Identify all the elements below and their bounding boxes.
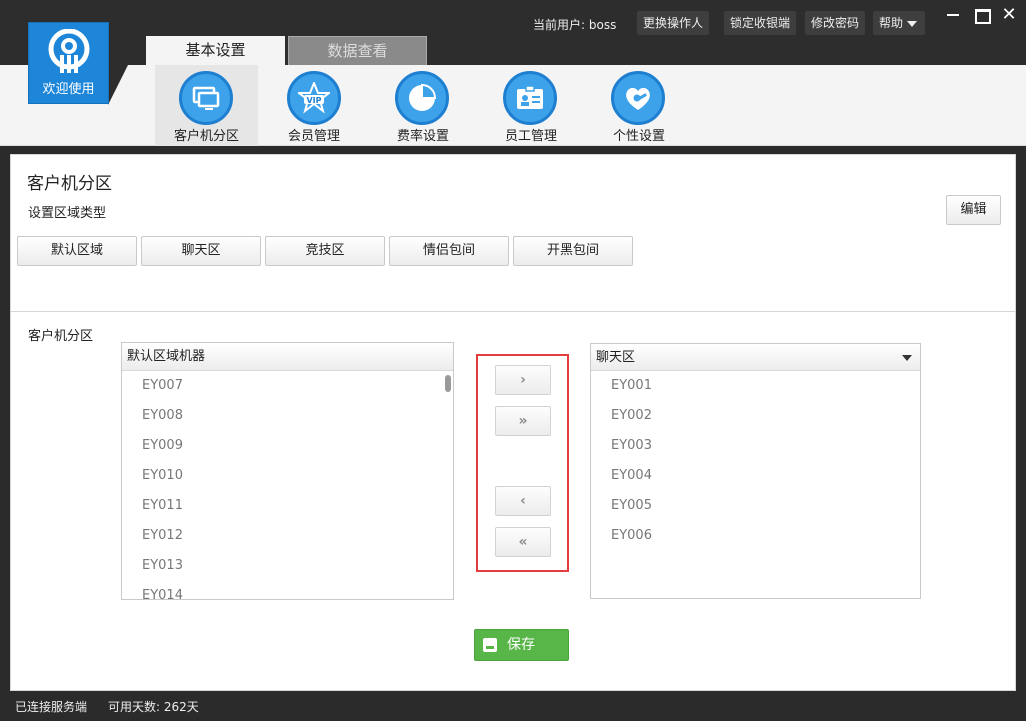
- region-button-couple-room[interactable]: 情侣包间: [389, 236, 509, 266]
- scrollbar-thumb[interactable]: [445, 375, 451, 392]
- region-type-label: 设置区域类型: [28, 206, 107, 221]
- toolbar-rate-settings[interactable]: 费率设置: [385, 65, 461, 146]
- help-label: 帮助: [879, 16, 904, 30]
- toolbar-label: 会员管理: [287, 129, 340, 144]
- list-item[interactable]: EY006: [591, 521, 920, 551]
- change-password-button[interactable]: 修改密码: [805, 11, 866, 35]
- app-logo: 欢迎使用: [28, 22, 109, 104]
- page-title: 客户机分区: [27, 174, 112, 194]
- list-item[interactable]: EY009: [122, 431, 453, 461]
- move-right-button[interactable]: ›: [495, 365, 551, 395]
- toolbar-label: 费率设置: [396, 129, 449, 144]
- list-item[interactable]: EY001: [591, 371, 920, 401]
- list-item[interactable]: EY007: [122, 371, 453, 401]
- heart-wrench-icon: [611, 71, 665, 125]
- chevron-down-icon: [907, 20, 918, 27]
- toolbar-personal-settings[interactable]: 个性设置: [601, 65, 677, 146]
- region-button-default[interactable]: 默认区域: [17, 236, 137, 266]
- tab-basic-settings[interactable]: 基本设置: [146, 36, 285, 65]
- toolbar-label: 员工管理: [504, 129, 557, 144]
- svg-text:VIP: VIP: [306, 96, 321, 105]
- list-item[interactable]: EY004: [591, 461, 920, 491]
- days-available: 可用天数: 262天: [108, 700, 199, 714]
- minimize-button[interactable]: [944, 6, 962, 24]
- list-item[interactable]: EY002: [591, 401, 920, 431]
- source-list-header: 默认区域机器: [122, 343, 453, 371]
- move-left-button[interactable]: ‹: [495, 486, 551, 516]
- target-region-select[interactable]: 聊天区: [591, 344, 920, 371]
- title-bar: 当前用户: boss 更换操作人 锁定收银端 修改密码 帮助 ✕ 基本设置 数据…: [0, 0, 1026, 65]
- save-button[interactable]: 保存: [474, 629, 569, 661]
- list-item[interactable]: EY003: [591, 431, 920, 461]
- move-all-left-button[interactable]: «: [495, 527, 551, 557]
- target-region-value: 聊天区: [596, 350, 636, 365]
- help-menu-button[interactable]: 帮助: [873, 11, 925, 35]
- logo-icon: [48, 29, 90, 73]
- switch-operator-button[interactable]: 更换操作人: [637, 11, 710, 35]
- list-item[interactable]: EY014: [122, 581, 453, 599]
- pie-chart-icon: [395, 71, 449, 125]
- region-button-esports[interactable]: 竞技区: [265, 236, 385, 266]
- close-button[interactable]: ✕: [1000, 6, 1018, 24]
- list-item[interactable]: EY013: [122, 551, 453, 581]
- save-label: 保存: [507, 637, 535, 653]
- list-item[interactable]: EY008: [122, 401, 453, 431]
- target-list-body: EY001 EY002 EY003 EY004 EY005 EY006: [591, 371, 920, 551]
- list-item[interactable]: EY010: [122, 461, 453, 491]
- tab-data-view[interactable]: 数据查看: [288, 36, 427, 65]
- toolbar-member-management[interactable]: VIP 会员管理: [276, 65, 352, 146]
- content-area: 客户机分区 设置区域类型 编辑 默认区域 聊天区 竞技区 情侣包间 开黑包间 客…: [0, 147, 1026, 691]
- list-item[interactable]: EY005: [591, 491, 920, 521]
- current-user-label: 当前用户: boss: [533, 18, 617, 32]
- monitor-icon: [179, 71, 233, 125]
- region-button-team-room[interactable]: 开黑包间: [513, 236, 633, 266]
- maximize-button[interactable]: [972, 6, 991, 24]
- move-all-right-button[interactable]: »: [495, 406, 551, 436]
- divider: [11, 311, 1015, 312]
- save-icon: [483, 638, 497, 652]
- scrollbar[interactable]: [445, 372, 451, 599]
- connection-status: 已连接服务端: [15, 700, 88, 714]
- id-badge-icon: [503, 71, 557, 125]
- status-bar: 已连接服务端 可用天数: 262天: [0, 691, 1026, 721]
- toolbar-staff-management[interactable]: 员工管理: [493, 65, 569, 146]
- list-item[interactable]: EY011: [122, 491, 453, 521]
- region-button-chat[interactable]: 聊天区: [141, 236, 261, 266]
- logo-caption: 欢迎使用: [42, 82, 95, 97]
- edit-button[interactable]: 编辑: [946, 195, 1001, 225]
- source-machine-list[interactable]: 默认区域机器 EY007 EY008 EY009 EY010 EY011 EY0…: [121, 342, 454, 600]
- toolbar: 客户机分区 VIP 会员管理 费率设置 员工管理 个性设置: [0, 65, 1026, 146]
- chevron-down-icon: [902, 355, 912, 361]
- toolbar-label: 客户机分区: [173, 129, 239, 144]
- source-list-body: EY007 EY008 EY009 EY010 EY011 EY012 EY01…: [122, 371, 453, 599]
- list-item[interactable]: EY012: [122, 521, 453, 551]
- toolbar-label: 个性设置: [612, 129, 665, 144]
- partition-label: 客户机分区: [28, 329, 94, 344]
- target-machine-list[interactable]: 聊天区 EY001 EY002 EY003 EY004 EY005 EY006: [590, 343, 921, 599]
- settings-panel: 客户机分区 设置区域类型 编辑 默认区域 聊天区 竞技区 情侣包间 开黑包间 客…: [10, 154, 1016, 691]
- lock-cashier-button[interactable]: 锁定收银端: [724, 11, 797, 35]
- transfer-buttons-highlight: › » ‹ «: [476, 354, 569, 572]
- vip-star-icon: VIP: [287, 71, 341, 125]
- toolbar-client-partition[interactable]: 客户机分区: [155, 65, 258, 146]
